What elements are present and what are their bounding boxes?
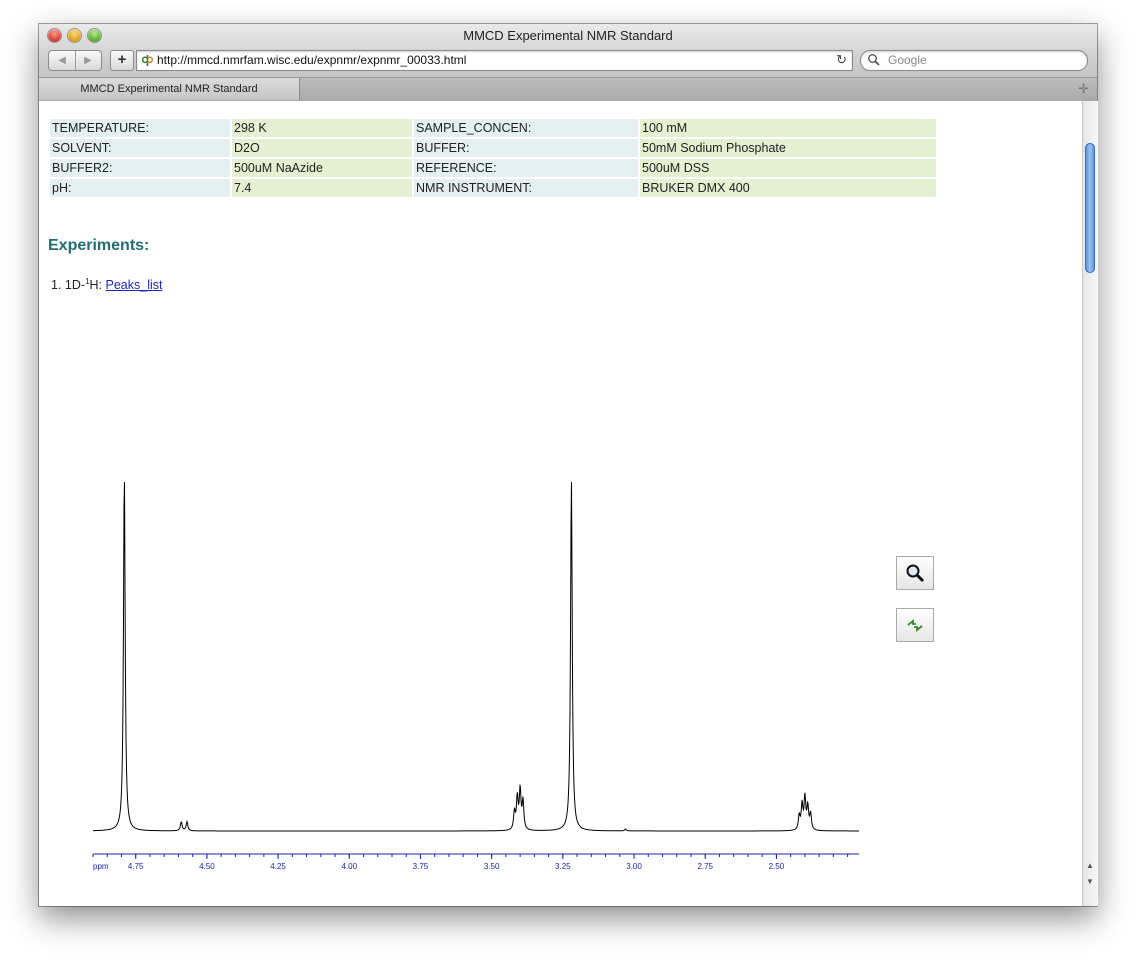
spectrum-line [92, 481, 860, 832]
scroll-down-icon[interactable]: ▼ [1086, 877, 1094, 886]
nav-buttons: ◀ ▶ [48, 50, 102, 71]
forward-button[interactable]: ▶ [75, 51, 101, 70]
scroll-up-icon[interactable]: ▲ [1086, 861, 1094, 870]
vertical-scrollbar[interactable]: ▲ ▼ [1082, 101, 1098, 906]
back-button[interactable]: ◀ [49, 51, 76, 70]
zoom-icon [906, 564, 925, 583]
reload-icon[interactable]: ↻ [836, 52, 847, 68]
x-tick-label: 4.75 [128, 862, 144, 871]
window-title: MMCD Experimental NMR Standard [463, 28, 673, 43]
browser-window: MMCD Experimental NMR Standard ◀ ▶ + htt… [39, 24, 1098, 906]
x-tick-label: 2.75 [697, 862, 713, 871]
reset-view-button[interactable] [896, 608, 934, 642]
scrollbar-thumb[interactable] [1085, 143, 1095, 273]
x-tick-label: 3.75 [413, 862, 429, 871]
x-tick-label: 2.50 [769, 862, 785, 871]
reset-icon [907, 619, 923, 632]
new-tab-icon[interactable]: ✛ [1078, 81, 1089, 97]
titlebar: MMCD Experimental NMR Standard ◀ ▶ + htt… [39, 24, 1097, 101]
x-axis-unit-label: ppm [93, 862, 109, 871]
search-placeholder: Google [888, 53, 927, 67]
search-icon [868, 54, 880, 66]
x-tick-label: 3.50 [484, 862, 500, 871]
x-tick-label: 4.00 [341, 862, 357, 871]
address-bar[interactable]: http://mmcd.nmrfam.wisc.edu/expnmr/expnm… [136, 50, 853, 71]
search-field[interactable]: Google [860, 50, 1088, 71]
url-text: http://mmcd.nmrfam.wisc.edu/expnmr/expnm… [157, 53, 467, 67]
x-tick-label: 3.00 [626, 862, 642, 871]
x-tick-label: 4.25 [270, 862, 286, 871]
site-favicon-icon [142, 55, 153, 66]
nmr-spectrum-chart[interactable]: 4.75 4.50 4.25 4.00 3.75 3.50 3.25 3.00 2.75 2.50… [39, 101, 1082, 906]
tab-active[interactable]: MMCD Experimental NMR Standard [39, 78, 300, 100]
page-content: TEMPERATURE: 298 K SAMPLE_CONCEN: 100 mM… [39, 101, 1082, 906]
add-bookmark-button[interactable]: + [110, 50, 134, 71]
x-tick-label: 4.50 [199, 862, 215, 871]
x-tick-label: 3.25 [555, 862, 571, 871]
zoom-button[interactable] [896, 556, 934, 590]
tab-bar: MMCD Experimental NMR Standard ✛ [39, 77, 1097, 101]
